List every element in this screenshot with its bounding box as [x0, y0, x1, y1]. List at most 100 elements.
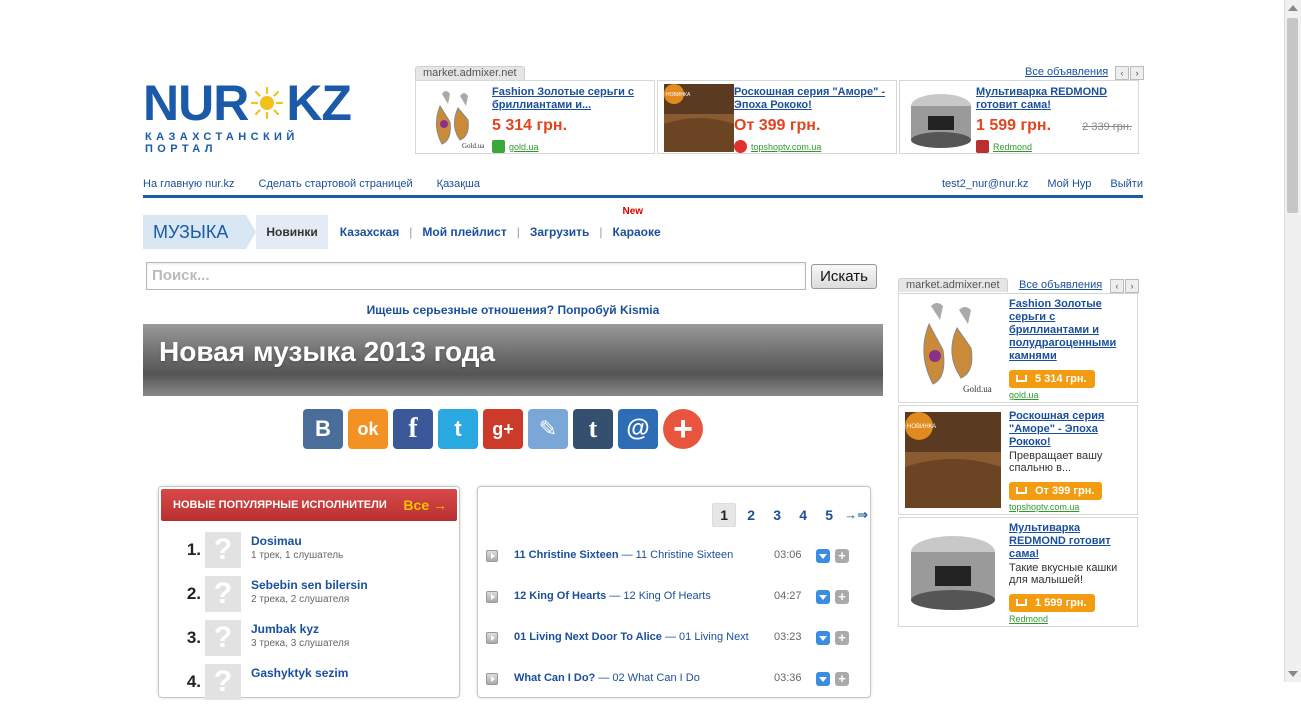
artist-name[interactable]: Sebebin sen bilersin [251, 578, 368, 592]
ad-card[interactable]: Мультиварка REDMOND готовит сама! Такие … [898, 517, 1138, 627]
ad-old-price: 2 339 грн. [1082, 121, 1132, 133]
all-ads-link[interactable]: Все объявления [1019, 279, 1102, 291]
search-button[interactable]: Искать [811, 264, 877, 289]
artist-row[interactable]: 4. ? Gashyktyk sezim [179, 664, 449, 704]
make-start-page-link[interactable]: Сделать стартовой страницей [259, 178, 413, 190]
facebook-icon[interactable]: f [393, 409, 433, 449]
ad-title[interactable]: Роскошная серия "Аморе" - Эпоха Рококо! [1009, 410, 1133, 449]
panel-header: НОВЫЕ ПОПУЛЯРНЫЕ ИСПОЛНИТЕЛИ Все → [161, 489, 457, 521]
page-scrollbar[interactable] [1284, 0, 1301, 682]
artist-name[interactable]: Dosimau [251, 534, 302, 548]
site-logo[interactable]: NUR KZ КАЗАХСТАНСКИЙ ПОРТАЛ [143, 78, 358, 155]
next-arrow-icon[interactable]: › [1130, 66, 1144, 80]
track-title[interactable]: What Can I Do? — 02 What Can I Do [514, 672, 700, 684]
tab-new[interactable]: Новинки [256, 215, 328, 249]
ad-card[interactable]: НОВИНКА Роскошная серия "Аморе" - Эпоха … [657, 80, 897, 154]
artist-row[interactable]: 2. ? Sebebin sen bilersin 2 трека, 2 слу… [179, 576, 449, 616]
download-icon[interactable] [816, 631, 830, 645]
add-to-playlist-icon[interactable]: + [835, 549, 849, 563]
ad-price-button[interactable]: 1 599 грн. [1009, 594, 1095, 612]
user-email-link[interactable]: test2_nur@nur.kz [942, 178, 1028, 190]
add-to-playlist-icon[interactable]: + [835, 631, 849, 645]
track-row: What Can I Do? — 02 What Can I Do 03:36 … [486, 672, 866, 692]
ad-source[interactable]: gold.ua [1009, 390, 1039, 400]
tab-kazakh[interactable]: Казахская [330, 225, 410, 239]
kazakh-language-link[interactable]: Қазақша [437, 178, 480, 190]
page-5[interactable]: 5 [818, 504, 840, 526]
ad-title[interactable]: Роскошная серия "Аморе" - Эпоха Рококо! [734, 86, 892, 112]
download-icon[interactable] [816, 590, 830, 604]
page-2[interactable]: 2 [740, 504, 762, 526]
tumblr-icon[interactable]: t [573, 409, 613, 449]
ad-source[interactable]: Redmond [1009, 614, 1048, 624]
search-input[interactable]: Поиск... [146, 262, 806, 290]
prev-arrow-icon[interactable]: ‹ [1110, 279, 1124, 293]
google-plus-icon[interactable]: g+ [483, 409, 523, 449]
tab-karaoke[interactable]: New Караоке [602, 206, 670, 239]
play-icon[interactable] [486, 632, 498, 644]
ad-price-button[interactable]: От 399 грн. [1009, 482, 1103, 500]
track-title[interactable]: 12 King Of Hearts — 12 King Of Hearts [514, 590, 711, 602]
panel-title: НОВЫЕ ПОПУЛЯРНЫЕ ИСПОЛНИТЕЛИ [173, 499, 387, 511]
play-icon[interactable] [486, 550, 498, 562]
twitter-icon[interactable]: t [438, 409, 478, 449]
all-artists-link[interactable]: Все → [403, 489, 447, 521]
ad-description: Превращает вашу спальню в... [1009, 450, 1103, 474]
ad-title[interactable]: Мультиварка REDMOND готовит сама! [1009, 522, 1133, 561]
track-row: 11 Christine Sixteen — 11 Christine Sixt… [486, 549, 866, 569]
livejournal-icon[interactable]: ✎ [528, 409, 568, 449]
odnoklassniki-icon[interactable]: ok [348, 409, 388, 449]
ad-title[interactable]: Fashion Золотые серьги с бриллиантами и … [1009, 298, 1133, 363]
page-1[interactable]: 1 [712, 503, 737, 527]
home-link[interactable]: На главную nur.kz [143, 178, 235, 190]
tab-my-playlist[interactable]: Мой плейлист [412, 225, 516, 239]
ad-source[interactable]: gold.ua [492, 140, 539, 153]
artist-row[interactable]: 1. ? Dosimau 1 трек, 1 слушатель [179, 532, 449, 572]
more-share-icon[interactable]: + [663, 409, 703, 449]
artist-name[interactable]: Jumbak kyz [251, 622, 319, 636]
vk-icon[interactable]: B [303, 409, 343, 449]
scroll-down-icon[interactable] [1288, 671, 1298, 677]
new-badge: New [622, 206, 644, 217]
next-arrow-icon[interactable]: › [1125, 279, 1139, 293]
page-3[interactable]: 3 [766, 504, 788, 526]
header-divider [143, 195, 1143, 198]
artist-placeholder-icon: ? [205, 620, 241, 656]
ad-source[interactable]: Redmond [976, 140, 1032, 153]
ad-card[interactable]: НОВИНКА Роскошная серия "Аморе" - Эпоха … [898, 405, 1138, 515]
next-page-icon[interactable]: →⇒ [844, 507, 868, 523]
multicooker-image [905, 524, 1001, 620]
play-icon[interactable] [486, 673, 498, 685]
all-ads-link[interactable]: Все объявления [1025, 66, 1108, 78]
scroll-thumb[interactable] [1287, 18, 1298, 213]
play-icon[interactable] [486, 591, 498, 603]
ad-card[interactable]: Gold.ua Fashion Золотые серьги с бриллиа… [898, 293, 1138, 403]
shop-icon [734, 140, 747, 153]
ad-card[interactable]: Мультиварка REDMOND готовит сама! 1 599 … [899, 80, 1139, 154]
kismia-promo-link[interactable]: Ищешь серьезные отношения? Попробуй Kism… [143, 303, 883, 317]
page-4[interactable]: 4 [792, 504, 814, 526]
ad-price-button[interactable]: 5 314 грн. [1009, 370, 1095, 388]
download-icon[interactable] [816, 672, 830, 686]
add-to-playlist-icon[interactable]: + [835, 672, 849, 686]
prev-arrow-icon[interactable]: ‹ [1115, 66, 1129, 80]
track-row: 12 King Of Hearts — 12 King Of Hearts 04… [486, 590, 866, 610]
download-icon[interactable] [816, 549, 830, 563]
ad-card[interactable]: Gold.ua Fashion Золотые серьги с бриллиа… [415, 80, 655, 154]
tracks-panel: 1 2 3 4 5 →⇒ 11 Christine Sixteen — 11 C… [477, 486, 871, 698]
ad-source[interactable]: topshoptv.com.ua [1009, 502, 1079, 512]
logout-link[interactable]: Выйти [1110, 178, 1143, 190]
track-title[interactable]: 11 Christine Sixteen — 11 Christine Sixt… [514, 549, 733, 561]
ad-source[interactable]: topshoptv.com.ua [734, 140, 821, 153]
ad-title[interactable]: Мультиварка REDMOND готовит сама! [976, 86, 1134, 112]
track-title[interactable]: 01 Living Next Door To Alice — 01 Living… [514, 631, 749, 643]
add-to-playlist-icon[interactable]: + [835, 590, 849, 604]
ad-title[interactable]: Fashion Золотые серьги с бриллиантами и.… [492, 86, 650, 112]
artist-row[interactable]: 3. ? Jumbak kyz 3 трека, 3 слушателя [179, 620, 449, 660]
artist-name[interactable]: Gashyktyk sezim [251, 666, 348, 680]
tab-upload[interactable]: Загрузить [520, 225, 599, 239]
my-nur-link[interactable]: Мой Нур [1047, 178, 1091, 190]
section-title[interactable]: МУЗЫКА [143, 215, 257, 249]
mail-icon[interactable]: @ [618, 409, 658, 449]
scroll-up-icon[interactable] [1288, 5, 1298, 11]
